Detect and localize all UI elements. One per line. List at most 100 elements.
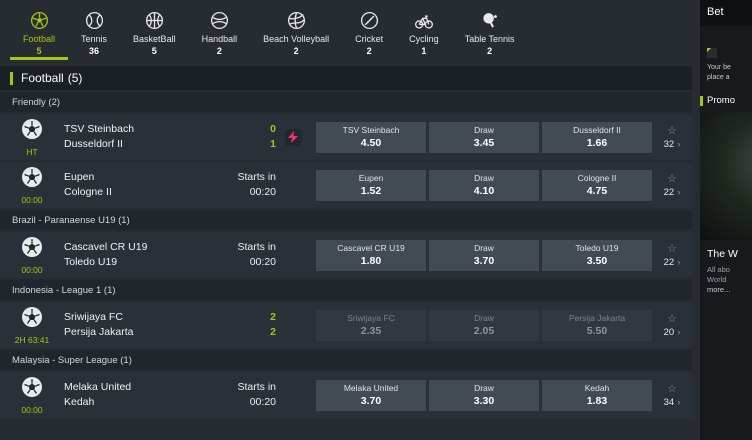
match-row[interactable]: HT TSV Steinbach Dusseldorf II 0 1 TSV S… xyxy=(0,114,692,160)
nav-count: 2 xyxy=(487,46,492,56)
nav-count: 2 xyxy=(294,46,299,56)
chevron-right-icon: › xyxy=(677,257,680,268)
match-row[interactable]: 00:00 Melaka United Kedah Starts in 00:2… xyxy=(0,372,692,418)
match-status: HT xyxy=(26,147,37,157)
odd-button-draw[interactable]: Draw 4.10 xyxy=(429,170,539,201)
football-icon xyxy=(20,235,44,264)
betslip-note-line: Your be xyxy=(707,63,752,73)
favorite-star-icon[interactable]: ☆ xyxy=(667,173,677,185)
nav-count: 5 xyxy=(37,46,42,56)
away-score: 1 xyxy=(220,137,276,152)
odd-button-draw: Draw 2.05 xyxy=(429,310,539,341)
nav-count: 36 xyxy=(89,46,99,56)
sports-nav-item-handball[interactable]: Handball 2 xyxy=(189,0,251,60)
match-status: 00:00 xyxy=(21,265,42,275)
odd-button-draw[interactable]: Draw 3.45 xyxy=(429,122,539,153)
markets-count[interactable]: 20› xyxy=(664,327,681,338)
starts-in-time: 00:20 xyxy=(220,395,276,410)
odd-button-away[interactable]: Cologne II 4.75 xyxy=(542,170,652,201)
main-content: Football 5 Tennis 36 BasketBall xyxy=(0,0,692,418)
home-score: 2 xyxy=(220,310,276,325)
home-team: TSV Steinbach xyxy=(64,122,220,137)
home-team: Eupen xyxy=(64,170,220,185)
nav-label: BasketBall xyxy=(133,34,176,44)
nav-label: Handball xyxy=(202,34,238,44)
odd-button-draw[interactable]: Draw 3.70 xyxy=(429,240,539,271)
away-score: 2 xyxy=(220,325,276,340)
promo-card-text-line: All abo xyxy=(707,265,752,275)
match-row[interactable]: 00:00 Eupen Cologne II Starts in 00:20 E… xyxy=(0,162,692,208)
cycling-icon xyxy=(413,9,435,31)
starts-in-label: Starts in xyxy=(220,170,276,185)
markets-count[interactable]: 32› xyxy=(664,139,681,150)
home-team: Cascavel CR U19 xyxy=(64,240,220,255)
chevron-right-icon: › xyxy=(677,327,680,338)
nav-count: 5 xyxy=(152,46,157,56)
markets-count[interactable]: 22› xyxy=(664,187,681,198)
away-team: Dusseldorf II xyxy=(64,137,220,152)
sports-nav-item-cycling[interactable]: Cycling 1 xyxy=(396,0,452,60)
match-status: 00:00 xyxy=(21,405,42,415)
nav-label: Cricket xyxy=(355,34,383,44)
chevron-right-icon: › xyxy=(677,187,680,198)
starts-in-label: Starts in xyxy=(220,380,276,395)
page-header: Football(5) xyxy=(0,66,692,90)
away-team: Kedah xyxy=(64,395,220,410)
league-header: Brazil - Paranaense U19 (1) xyxy=(0,210,692,230)
league-header: Malaysia - Super League (1) xyxy=(0,350,692,370)
odd-button-home[interactable]: Cascavel CR U19 1.80 xyxy=(316,240,426,271)
odd-button-away[interactable]: Dusseldorf II 1.66 xyxy=(542,122,652,153)
starts-in-time: 00:20 xyxy=(220,185,276,200)
sports-nav: Football 5 Tennis 36 BasketBall xyxy=(0,0,692,60)
markets-count[interactable]: 34› xyxy=(664,397,681,408)
favorite-star-icon[interactable]: ☆ xyxy=(667,313,677,325)
away-team: Cologne II xyxy=(64,185,220,200)
match-row[interactable]: 2H 63:41 Sriwijaya FC Persija Jakarta 2 … xyxy=(0,302,692,348)
sports-nav-item-table-tennis[interactable]: Table Tennis 2 xyxy=(452,0,528,60)
favorite-star-icon[interactable]: ☆ xyxy=(667,125,677,137)
odd-button-home[interactable]: Melaka United 3.70 xyxy=(316,380,426,411)
starts-in-time: 00:20 xyxy=(220,255,276,270)
odd-button-away: Persija Jakarta 5.50 xyxy=(542,310,652,341)
cricket-icon xyxy=(359,9,380,31)
beach-volleyball-icon xyxy=(286,9,307,31)
football-icon xyxy=(20,305,44,334)
accent-bar xyxy=(700,96,703,106)
nav-label: Cycling xyxy=(409,34,439,44)
betslip-icon xyxy=(707,48,717,58)
sports-nav-item-tennis[interactable]: Tennis 36 xyxy=(68,0,120,60)
match-status: 00:00 xyxy=(21,195,42,205)
favorite-star-icon[interactable]: ☆ xyxy=(667,383,677,395)
home-team: Sriwijaya FC xyxy=(64,310,220,325)
handball-icon xyxy=(209,9,230,31)
sports-nav-item-football[interactable]: Football 5 xyxy=(10,0,68,60)
starts-in-label: Starts in xyxy=(220,240,276,255)
odd-button-draw[interactable]: Draw 3.30 xyxy=(429,380,539,411)
sports-nav-item-basketball[interactable]: BasketBall 5 xyxy=(120,0,189,60)
accent-bar xyxy=(10,72,13,85)
match-row[interactable]: 00:00 Cascavel CR U19 Toledo U19 Starts … xyxy=(0,232,692,278)
markets-count[interactable]: 22› xyxy=(664,257,681,268)
promo-label: Promo xyxy=(707,95,735,106)
sports-nav-item-cricket[interactable]: Cricket 2 xyxy=(342,0,396,60)
away-team: Toledo U19 xyxy=(64,255,220,270)
league-header: Friendly (2) xyxy=(0,92,692,112)
basketball-icon xyxy=(144,9,165,31)
tennis-icon xyxy=(84,9,105,31)
odd-button-away[interactable]: Toledo U19 3.50 xyxy=(542,240,652,271)
nav-label: Beach Volleyball xyxy=(263,34,329,44)
odd-button-away[interactable]: Kedah 1.83 xyxy=(542,380,652,411)
football-icon xyxy=(20,117,44,146)
favorite-star-icon[interactable]: ☆ xyxy=(667,243,677,255)
football-icon xyxy=(20,165,44,194)
betslip-title: Bet xyxy=(700,0,752,26)
odd-button-home[interactable]: Eupen 1.52 xyxy=(316,170,426,201)
sports-nav-item-beach-volleyball[interactable]: Beach Volleyball 2 xyxy=(250,0,342,60)
nav-count: 2 xyxy=(367,46,372,56)
odd-button-home[interactable]: TSV Steinbach 4.50 xyxy=(316,122,426,153)
odd-button-home: Sriwijaya FC 2.35 xyxy=(316,310,426,341)
football-icon xyxy=(20,375,44,404)
promo-more-link[interactable]: more... xyxy=(707,285,752,295)
betslip-note-line: place a xyxy=(707,73,752,83)
promo-banner-image[interactable] xyxy=(700,112,752,240)
